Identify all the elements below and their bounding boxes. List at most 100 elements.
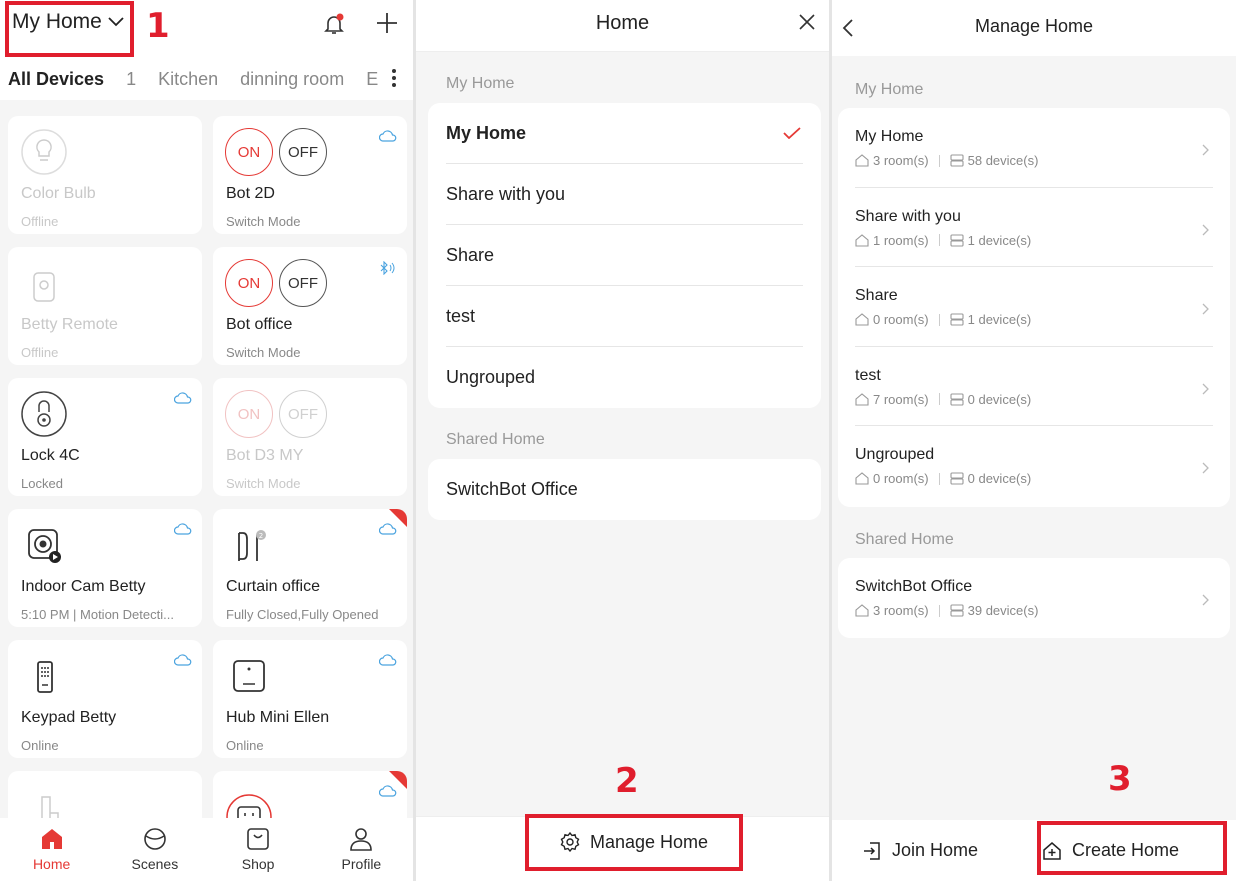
home-meta: 0 room(s) 0 device(s) [855,471,1031,486]
meta-divider [938,313,940,326]
home-option-label: Share with you [446,183,566,204]
cloud-icon [174,392,192,404]
annotation-box-step-1 [5,1,134,57]
device-stack-icon [950,392,964,406]
tab-dinning-room[interactable]: dinning room [240,69,344,90]
device-status: Locked [21,476,63,491]
on-off-controls: ON OFF [225,128,327,176]
add-icon[interactable] [375,11,399,35]
home-option-test[interactable]: test [446,286,803,347]
home-option-label: My Home [446,122,527,143]
room-icon [855,154,869,167]
room-icon [855,233,869,247]
join-icon [864,841,880,860]
device-card-keypad-betty[interactable]: Keypad Betty Online [8,640,202,758]
manage-home-row[interactable]: My Home 3 room(s) 58 device(s) [855,108,1213,188]
home-name: Share with you [855,207,961,225]
home-option-share[interactable]: Share [446,225,803,286]
device-status: Switch Mode [226,476,301,491]
tab-e[interactable]: E [366,69,378,90]
scenes-icon [144,828,166,850]
device-stack-icon [950,604,964,617]
checkmark-icon [783,127,801,139]
more-vertical-icon[interactable] [391,68,397,88]
manage-shared-list: SwitchBot Office 3 room(s) 39 device(s) [838,558,1230,638]
tab-kitchen[interactable]: Kitchen [158,69,218,90]
home-devices-panel: My Home All Devices 1 Kitchen dinning ro… [0,0,413,881]
device-status: Online [226,738,264,753]
on-button[interactable]: ON [225,390,273,438]
tab-all-devices[interactable]: All Devices [8,69,104,90]
device-card-color-bulb[interactable]: Color Bulb Offline [8,116,202,234]
device-card-indoor-cam-betty[interactable]: Indoor Cam Betty 5:10 PM | Motion Detect… [8,509,202,627]
meta-divider [938,472,940,485]
home-option-share-with-you[interactable]: Share with you [446,164,803,225]
home-option-my-home[interactable]: My Home [446,103,803,164]
nav-shop[interactable]: Shop [207,818,310,881]
device-count: 1 device(s) [967,312,1032,327]
device-status: Offline [21,345,59,360]
off-button[interactable]: OFF [279,128,327,176]
device-card-bot-office[interactable]: ON OFF Bot office Switch Mode [213,247,407,365]
device-stack-icon [950,233,964,247]
chevron-right-icon [1202,462,1209,474]
shopping-bag-icon [247,828,269,850]
off-button[interactable]: OFF [279,390,327,438]
manage-home-row[interactable]: Ungrouped 0 room(s) 0 device(s) [855,426,1213,506]
device-name: Hub Mini Ellen [226,709,330,726]
device-stack-icon [950,313,964,326]
device-card-bot-2d[interactable]: ON OFF Bot 2D Switch Mode [213,116,407,234]
off-button[interactable]: OFF [279,259,327,307]
nav-home[interactable]: Home [0,818,103,881]
device-card-hub-mini-ellen[interactable]: Hub Mini Ellen Online [213,640,407,758]
home-meta: 3 room(s) 58 device(s) [855,153,1038,168]
home-icon [41,829,62,849]
room-count: 0 room(s) [873,471,929,486]
manage-home-row[interactable]: Share 0 room(s) 1 device(s) [855,267,1213,347]
home-option-ungrouped[interactable]: Ungrouped [446,347,803,408]
tab-1[interactable]: 1 [126,69,136,90]
keypad-icon [37,661,53,693]
close-icon[interactable] [799,14,815,30]
chevron-right-icon [1202,303,1209,315]
home-meta: 7 room(s) 0 device(s) [855,392,1031,407]
selector-header: Home [416,0,829,52]
manage-home-row[interactable]: test 7 room(s) 0 device(s) [855,347,1213,426]
room-icon [855,392,869,406]
device-card-lock-4c[interactable]: Lock 4C Locked [8,378,202,496]
join-home-button[interactable]: Join Home [862,840,978,861]
device-card-betty-remote[interactable]: Betty Remote Offline [8,247,202,365]
svg-text:2: 2 [259,532,263,540]
home-option-switchbot-office[interactable]: SwitchBot Office [446,459,803,520]
home-name: SwitchBot Office [855,578,973,595]
manage-home-row[interactable]: Share with you 1 room(s) 1 device(s) [855,188,1213,267]
on-button[interactable]: ON [225,259,273,307]
nav-label: Shop [241,856,275,872]
nav-profile[interactable]: Profile [310,818,413,881]
annotation-step-1: 1 [146,6,170,46]
my-homes-list: My Home Share with you Share test Ungrou… [428,103,821,408]
device-card-bot-d3[interactable]: ON OFF Bot D3 MY Switch Mode [213,378,407,496]
room-tabs: All Devices 1 Kitchen dinning room E [0,62,413,96]
on-off-controls: ON OFF [225,390,327,438]
cloud-icon [379,130,397,142]
home-option-label: test [446,305,476,326]
manage-home-row[interactable]: SwitchBot Office 3 room(s) 39 device(s) [855,558,1213,638]
chevron-right-icon [1202,224,1209,235]
device-name: Color Bulb [21,185,96,202]
nav-scenes[interactable]: Scenes [103,818,206,881]
on-button[interactable]: ON [225,128,273,176]
home-meta: 1 room(s) 1 device(s) [855,233,1031,248]
shared-home-section-label: Shared Home [855,531,954,548]
device-card-curtain-office[interactable]: 2 Curtain office Fully Closed,Fully Open… [213,509,407,627]
bulb-icon [21,129,67,175]
selector-title: Home [595,12,650,34]
update-badge-icon [389,771,407,789]
update-badge-icon [389,509,407,527]
room-icon [855,313,869,326]
device-count: 58 device(s) [967,153,1039,168]
room-icon [855,604,869,617]
bell-icon[interactable] [322,12,346,36]
room-count: 3 room(s) [873,603,929,618]
chevron-right-icon [1202,144,1209,156]
